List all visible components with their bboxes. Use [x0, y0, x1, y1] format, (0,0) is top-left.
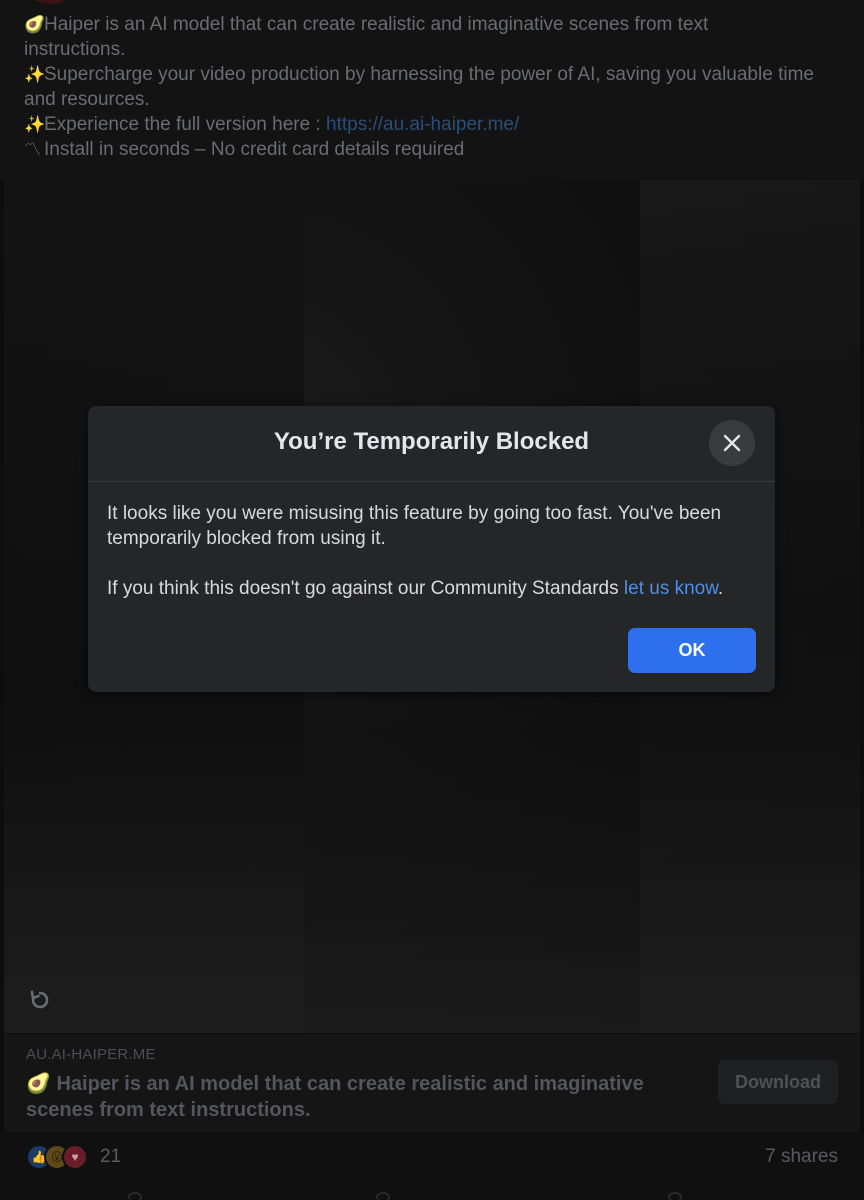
close-button[interactable]	[709, 420, 755, 466]
dialog-title: You’re Temporarily Blocked	[273, 428, 590, 455]
close-icon	[723, 434, 741, 452]
post-link[interactable]: https://au.ai-haiper.me/	[326, 114, 519, 135]
let-us-know-link[interactable]: let us know	[624, 578, 718, 599]
post-line: 〽 Install in seconds – No credit card det…	[24, 137, 840, 162]
link-title: 🥑 Haiper is an AI model that can create …	[26, 1071, 696, 1123]
shares-count[interactable]: 7 shares	[765, 1146, 838, 1168]
post-line-text: instructions.	[24, 39, 126, 60]
avatar	[30, 0, 70, 4]
post-line: instructions.	[24, 37, 840, 62]
post-line: ✨Experience the full version here : http…	[24, 112, 840, 137]
post-line: and resources.	[24, 87, 840, 112]
post-footer: 👍 😮 ♥ 21 7 shares	[0, 1132, 864, 1200]
part-alternation-mark-icon: 〽	[24, 140, 41, 159]
post-line-text: Install in seconds – No credit card deta…	[44, 139, 465, 160]
dialog-message: It looks like you were misusing this fea…	[107, 503, 722, 549]
video-frame-fog	[4, 733, 860, 1033]
link-preview-card[interactable]: AU.AI-HAIPER.ME 🥑 Haiper is an AI model …	[4, 1034, 860, 1132]
blocked-dialog: You’re Temporarily Blocked It looks like…	[88, 406, 775, 692]
reaction-count: 21	[100, 1146, 122, 1167]
dialog-message-2: If you think this doesn't go against our…	[107, 576, 757, 601]
share-action-icon[interactable]	[668, 1192, 682, 1200]
link-title-text: Haiper is an AI model that can create re…	[26, 1073, 644, 1121]
link-domain: AU.AI-HAIPER.ME	[26, 1046, 156, 1063]
dialog-body: It looks like you were misusing this fea…	[107, 501, 757, 601]
post-line-text: and resources.	[24, 89, 150, 110]
post-line-text: Haiper is an AI model that can create re…	[44, 14, 709, 35]
post-line-text: Supercharge your video production by har…	[44, 64, 814, 85]
replay-icon[interactable]	[28, 988, 52, 1012]
post-line: ✨Supercharge your video production by ha…	[24, 62, 840, 87]
avocado-icon: 🥑	[24, 15, 46, 34]
dialog-message-text: If you think this doesn't go against our…	[107, 578, 624, 599]
like-action-icon[interactable]	[128, 1192, 142, 1200]
comment-action-icon[interactable]	[376, 1192, 390, 1200]
post-line-text: Experience the full version here :	[44, 114, 326, 135]
dialog-message-suffix: .	[717, 578, 724, 599]
ok-button[interactable]: OK	[628, 628, 756, 673]
dialog-header: You’re Temporarily Blocked	[88, 406, 775, 482]
download-button[interactable]: Download	[718, 1060, 838, 1104]
sparkles-icon: ✨	[24, 65, 46, 84]
sparkles-icon: ✨	[24, 115, 46, 134]
avocado-icon: 🥑	[26, 1073, 51, 1095]
post-text: 🥑Haiper is an AI model that can create r…	[0, 0, 864, 180]
love-reaction-icon: ♥	[62, 1144, 88, 1170]
page: 🥑Haiper is an AI model that can create r…	[0, 0, 864, 1200]
post-line: 🥑Haiper is an AI model that can create r…	[24, 12, 840, 37]
